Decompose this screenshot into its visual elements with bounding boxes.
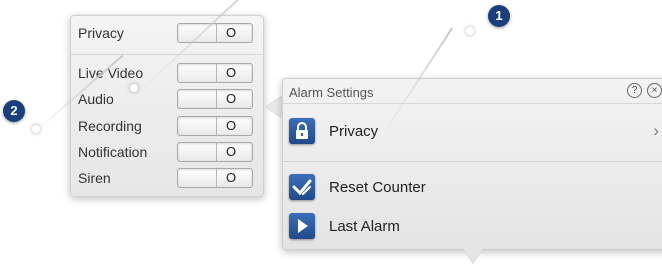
audio-toggle[interactable]: O bbox=[177, 89, 253, 109]
callout-badge: 1 bbox=[488, 5, 510, 27]
settings-row-audio: Audio O bbox=[78, 89, 255, 109]
toggle-state: O bbox=[226, 118, 237, 133]
help-icon[interactable]: ? bbox=[627, 83, 642, 98]
alarm-item-label: Last Alarm bbox=[329, 218, 400, 235]
alarm-item-reset-counter[interactable]: Reset Counter bbox=[289, 173, 662, 203]
toggle-divider bbox=[216, 143, 217, 161]
toggle-state: O bbox=[226, 170, 237, 185]
settings-label: Privacy bbox=[78, 25, 124, 41]
play-icon bbox=[289, 213, 315, 239]
chevron-right-icon: › bbox=[653, 121, 659, 140]
popover-pointer bbox=[462, 247, 484, 263]
alarm-item-last-alarm[interactable]: Last Alarm bbox=[289, 212, 662, 242]
divider bbox=[71, 54, 263, 55]
recording-toggle[interactable]: O bbox=[177, 116, 253, 136]
settings-row-privacy: Privacy O bbox=[78, 23, 255, 43]
alarm-item-privacy[interactable]: Privacy › bbox=[289, 117, 662, 147]
toggle-divider bbox=[216, 64, 217, 82]
callout-dot bbox=[32, 125, 40, 133]
toggle-state: O bbox=[226, 65, 237, 80]
toggle-divider bbox=[216, 24, 217, 42]
settings-row-notification: Notification O bbox=[78, 142, 255, 162]
toggle-divider bbox=[216, 117, 217, 135]
siren-toggle[interactable]: O bbox=[177, 168, 253, 188]
close-icon[interactable]: × bbox=[647, 83, 662, 98]
callout-badge: 2 bbox=[3, 100, 25, 122]
device-settings-panel: Privacy O Live Video O Audio O Recording… bbox=[70, 15, 264, 197]
alarm-settings-popover: Alarm Settings ? × Privacy › Reset Count… bbox=[282, 78, 662, 250]
notification-toggle[interactable]: O bbox=[177, 142, 253, 162]
popover-title: Alarm Settings bbox=[289, 85, 374, 100]
checkmark-icon bbox=[289, 174, 315, 200]
live-video-toggle[interactable]: O bbox=[177, 63, 253, 83]
callout-dot bbox=[466, 27, 474, 35]
toggle-divider bbox=[216, 90, 217, 108]
settings-row-recording: Recording O bbox=[78, 116, 255, 136]
toggle-state: O bbox=[226, 91, 237, 106]
callout-dot bbox=[130, 84, 138, 92]
alarm-item-label: Reset Counter bbox=[329, 179, 426, 196]
toggle-state: O bbox=[226, 25, 237, 40]
divider bbox=[283, 103, 662, 104]
alarm-item-label: Privacy bbox=[329, 123, 379, 140]
toggle-state: O bbox=[226, 144, 237, 159]
settings-label: Siren bbox=[78, 170, 111, 186]
popover-pointer bbox=[266, 96, 282, 118]
divider bbox=[283, 161, 662, 162]
lock-icon bbox=[289, 118, 315, 144]
settings-label: Audio bbox=[78, 91, 114, 107]
toggle-divider bbox=[216, 169, 217, 187]
settings-label: Notification bbox=[78, 144, 148, 160]
settings-label: Recording bbox=[78, 118, 142, 134]
settings-row-siren: Siren O bbox=[78, 168, 255, 188]
privacy-toggle[interactable]: O bbox=[177, 23, 253, 43]
